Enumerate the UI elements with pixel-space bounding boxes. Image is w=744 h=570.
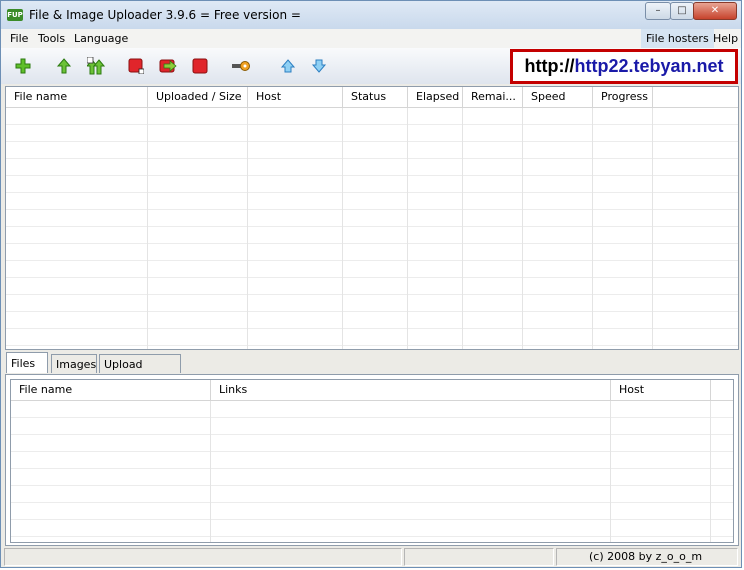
column-host[interactable]: Host bbox=[248, 87, 343, 107]
links-table-header: File name Links Host bbox=[11, 380, 733, 401]
column-divider bbox=[522, 108, 523, 349]
status-bar: (c) 2008 by z_o_o_m bbox=[4, 548, 738, 566]
menu-help[interactable]: Help bbox=[713, 32, 738, 45]
title-bar[interactable]: FUP File & Image Uploader 3.9.6 = Free v… bbox=[1, 1, 741, 29]
column-status[interactable]: Status bbox=[343, 87, 408, 107]
column-divider bbox=[407, 108, 408, 349]
url-watermark: http://http22.tebyan.net bbox=[510, 49, 738, 84]
links-table[interactable]: File name Links Host bbox=[10, 379, 734, 543]
settings-key-icon[interactable] bbox=[231, 58, 251, 74]
upload-all-icon[interactable] bbox=[87, 57, 105, 75]
column-host[interactable]: Host bbox=[611, 380, 711, 400]
links-table-rows bbox=[11, 401, 733, 542]
column-divider bbox=[592, 108, 593, 349]
status-panel bbox=[404, 548, 554, 566]
watermark-host: http22.tebyan.net bbox=[574, 56, 724, 76]
stop-one-icon[interactable] bbox=[128, 58, 144, 74]
column-divider bbox=[652, 108, 653, 349]
menu-tools[interactable]: Tools bbox=[38, 32, 65, 45]
column-divider bbox=[710, 401, 711, 542]
column-uploaded-size[interactable]: Uploaded / Size bbox=[148, 87, 248, 107]
close-button[interactable]: ✕ bbox=[693, 2, 737, 20]
status-panel bbox=[4, 548, 402, 566]
upload-icon[interactable] bbox=[56, 58, 72, 74]
column-divider bbox=[147, 108, 148, 349]
menu-file[interactable]: File bbox=[10, 32, 28, 45]
watermark-prefix: http:// bbox=[524, 56, 575, 76]
tab-upload-history[interactable]: Upload history bbox=[99, 354, 181, 390]
column-divider bbox=[462, 108, 463, 349]
minimize-button[interactable]: – bbox=[645, 2, 671, 20]
upload-queue-table[interactable]: File name Uploaded / Size Host Status El… bbox=[5, 86, 739, 350]
upload-table-header: File name Uploaded / Size Host Status El… bbox=[6, 87, 738, 108]
tab-files[interactable]: Files bbox=[6, 352, 48, 373]
app-window: FUP File & Image Uploader 3.9.6 = Free v… bbox=[0, 0, 742, 568]
column-file-name[interactable]: File name bbox=[6, 87, 148, 107]
window-title: File & Image Uploader 3.9.6 = Free versi… bbox=[29, 8, 301, 22]
export-icon[interactable] bbox=[159, 58, 177, 74]
app-icon: FUP bbox=[7, 9, 23, 21]
column-file-name[interactable]: File name bbox=[11, 380, 211, 400]
column-divider bbox=[247, 108, 248, 349]
status-copyright: (c) 2008 by z_o_o_m bbox=[556, 548, 738, 566]
column-progress[interactable]: Progress bbox=[593, 87, 653, 107]
move-down-icon[interactable] bbox=[311, 58, 327, 74]
tab-images[interactable]: Images bbox=[51, 354, 97, 373]
move-up-icon[interactable] bbox=[280, 58, 296, 74]
column-remaining[interactable]: Remai... bbox=[463, 87, 523, 107]
column-elapsed[interactable]: Elapsed bbox=[408, 87, 463, 107]
column-speed[interactable]: Speed bbox=[523, 87, 593, 107]
upload-table-rows bbox=[6, 108, 738, 349]
column-divider bbox=[342, 108, 343, 349]
add-icon[interactable] bbox=[15, 58, 31, 74]
column-links[interactable]: Links bbox=[211, 380, 611, 400]
menu-file-hosters[interactable]: File hosters bbox=[641, 29, 714, 48]
tab-panel: File name Links Host bbox=[5, 374, 739, 546]
column-divider bbox=[210, 401, 211, 542]
maximize-button[interactable]: □ bbox=[670, 2, 694, 20]
column-divider bbox=[610, 401, 611, 542]
menu-bar: File Tools Language File hosters Help bbox=[1, 29, 741, 48]
menu-language[interactable]: Language bbox=[74, 32, 128, 45]
stop-all-icon[interactable] bbox=[192, 58, 208, 74]
